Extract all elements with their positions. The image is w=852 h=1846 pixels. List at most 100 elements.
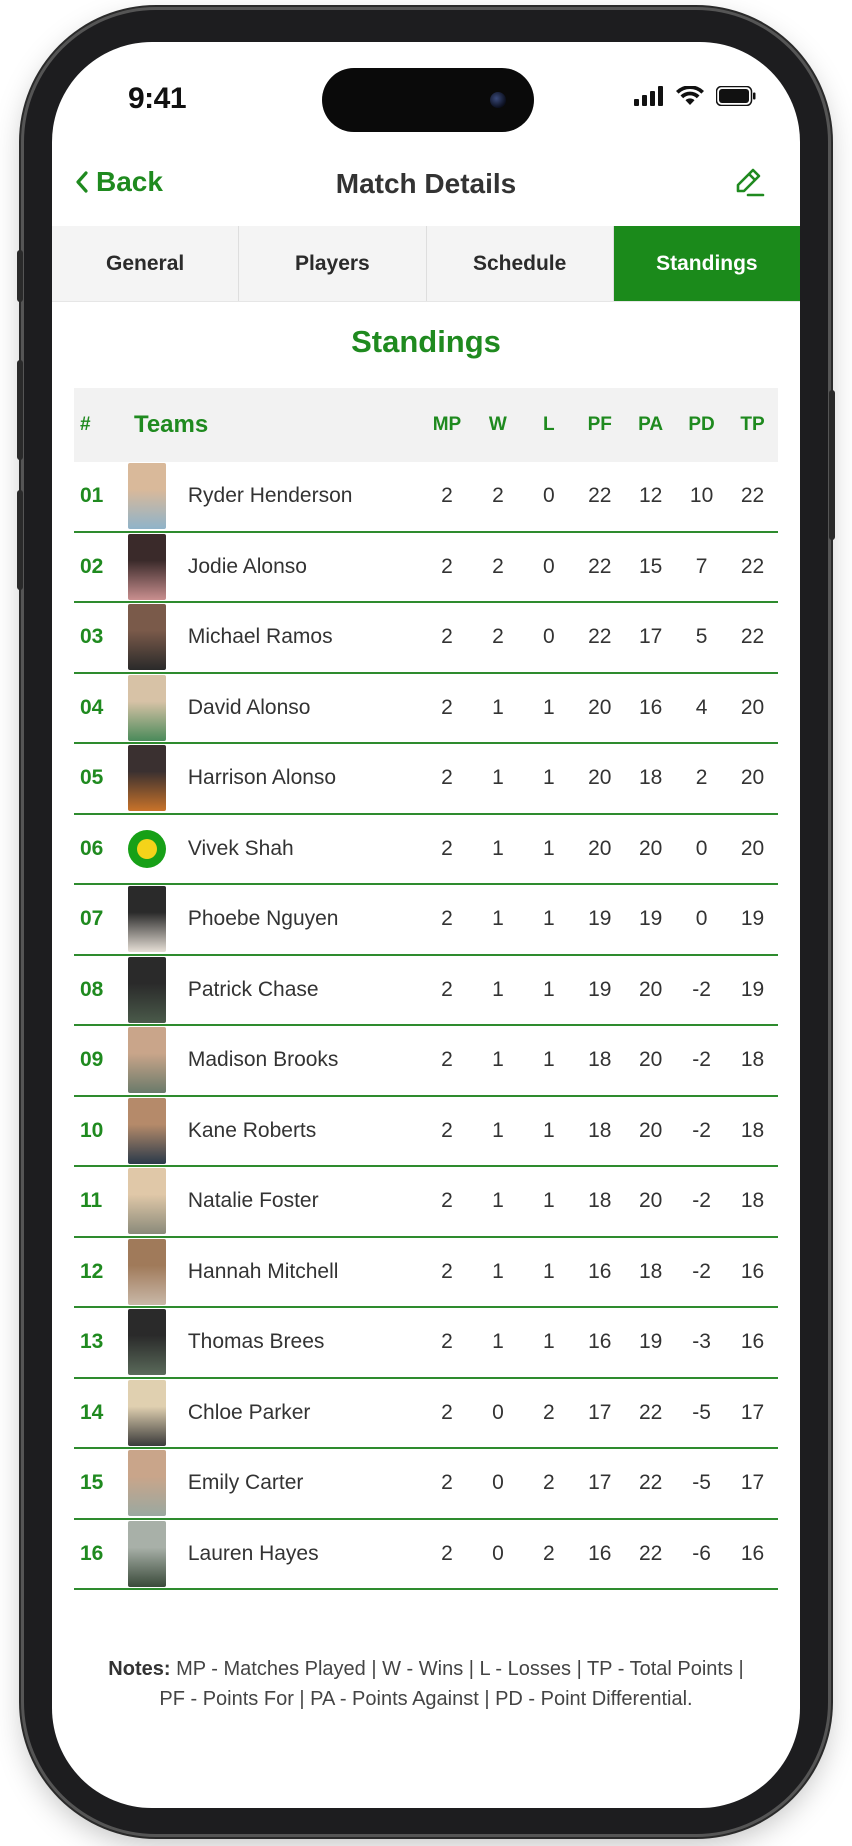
avatar bbox=[127, 1097, 166, 1164]
header-l: L bbox=[543, 414, 555, 435]
header-teams: Teams bbox=[133, 411, 209, 438]
notes-label: Notes: bbox=[108, 1658, 171, 1680]
header-rank: # bbox=[80, 414, 91, 435]
stat-mp: 2 bbox=[441, 1189, 453, 1213]
table-row[interactable]: 12 Hannah Mitchell 2 1 1 16 18 -2 16 bbox=[74, 1238, 778, 1308]
stat-pf: 22 bbox=[588, 554, 612, 578]
tab-bar: General Players Schedule Standings bbox=[52, 226, 800, 302]
table-row[interactable]: 14 Chloe Parker 2 0 2 17 22 -5 17 bbox=[74, 1379, 778, 1449]
avatar bbox=[127, 1379, 166, 1446]
stat-tp: 17 bbox=[740, 1471, 765, 1495]
table-row[interactable]: 06 Vivek Shah 2 1 1 20 20 0 20 bbox=[74, 815, 778, 885]
notes-line-1: MP - Matches Played | W - Wins | L - Los… bbox=[176, 1658, 744, 1680]
stat-tp: 22 bbox=[740, 625, 765, 649]
rank-number: 07 bbox=[80, 907, 104, 931]
table-row[interactable]: 11 Natalie Foster 2 1 1 18 20 -2 18 bbox=[74, 1167, 778, 1238]
player-name: David Alonso bbox=[187, 695, 311, 719]
battery-icon bbox=[716, 86, 756, 106]
avatar-cell bbox=[127, 1238, 188, 1307]
stat-pf: 20 bbox=[588, 836, 612, 860]
avatar bbox=[127, 745, 166, 812]
player-name: Hannah Mitchell bbox=[187, 1259, 339, 1283]
stat-pd: 2 bbox=[695, 766, 708, 790]
avatar-cell bbox=[127, 603, 188, 672]
stat-w: 1 bbox=[492, 1259, 504, 1283]
rank-number: 01 bbox=[80, 484, 104, 508]
tab-general[interactable]: General bbox=[52, 226, 240, 301]
stat-tp: 18 bbox=[740, 1048, 765, 1072]
stat-pa: 12 bbox=[639, 484, 663, 508]
rank-number: 06 bbox=[80, 836, 104, 860]
stat-pf: 18 bbox=[588, 1048, 612, 1072]
table-row[interactable]: 03 Michael Ramos 2 2 0 22 17 5 22 bbox=[74, 603, 778, 674]
stat-l: 1 bbox=[542, 836, 555, 860]
player-name: Patrick Chase bbox=[187, 977, 319, 1001]
standings-table: # Teams MP W L PF PA PD TP 01 Ryder Hende… bbox=[74, 388, 778, 1590]
stat-tp: 19 bbox=[740, 977, 765, 1001]
stat-pf: 20 bbox=[588, 695, 612, 719]
edit-button[interactable] bbox=[732, 164, 766, 203]
tab-players[interactable]: Players bbox=[239, 226, 427, 301]
stat-w: 2 bbox=[492, 554, 504, 578]
table-row[interactable]: 02 Jodie Alonso 2 2 0 22 15 7 22 bbox=[74, 533, 778, 603]
avatar-cell bbox=[127, 674, 188, 743]
table-row[interactable]: 05 Harrison Alonso 2 1 1 20 18 2 20 bbox=[74, 744, 778, 815]
stat-w: 1 bbox=[492, 907, 504, 931]
stat-mp: 2 bbox=[441, 1259, 453, 1283]
table-row[interactable]: 08 Patrick Chase 2 1 1 19 20 -2 19 bbox=[74, 956, 778, 1026]
stat-pd: 5 bbox=[695, 625, 708, 649]
stat-w: 2 bbox=[492, 625, 504, 649]
stat-mp: 2 bbox=[441, 907, 453, 931]
avatar-cell bbox=[127, 1308, 188, 1377]
camera-icon bbox=[490, 92, 506, 108]
avatar bbox=[127, 956, 166, 1023]
table-row[interactable]: 13 Thomas Brees 2 1 1 16 19 -3 16 bbox=[74, 1308, 778, 1379]
table-row[interactable]: 04 David Alonso 2 1 1 20 16 4 20 bbox=[74, 674, 778, 744]
table-row[interactable]: 16 Lauren Hayes 2 0 2 16 22 -6 16 bbox=[74, 1520, 778, 1590]
stat-pd: -2 bbox=[692, 1048, 711, 1072]
stat-pa: 20 bbox=[639, 1189, 663, 1213]
rank-number: 02 bbox=[80, 554, 104, 578]
wifi-icon bbox=[676, 86, 704, 105]
table-row[interactable]: 09 Madison Brooks 2 1 1 18 20 -2 18 bbox=[74, 1026, 778, 1097]
table-row[interactable]: 01 Ryder Henderson 2 2 0 22 12 10 22 bbox=[74, 462, 778, 533]
rank-number: 13 bbox=[80, 1330, 104, 1354]
stat-mp: 2 bbox=[441, 1400, 453, 1424]
dynamic-island bbox=[322, 68, 534, 132]
stat-pf: 17 bbox=[588, 1400, 612, 1424]
stat-tp: 18 bbox=[740, 1189, 765, 1213]
player-name: Chloe Parker bbox=[187, 1400, 311, 1424]
table-row[interactable]: 10 Kane Roberts 2 1 1 18 20 -2 18 bbox=[74, 1097, 778, 1167]
stat-tp: 16 bbox=[740, 1330, 765, 1354]
stat-pa: 18 bbox=[639, 766, 663, 790]
stat-pf: 22 bbox=[588, 625, 612, 649]
stat-pf: 18 bbox=[588, 1189, 612, 1213]
table-row[interactable]: 07 Phoebe Nguyen 2 1 1 19 19 0 19 bbox=[74, 885, 778, 956]
header-pa: PA bbox=[638, 414, 664, 435]
avatar bbox=[127, 674, 166, 741]
stat-mp: 2 bbox=[441, 766, 453, 790]
signal-icon bbox=[634, 86, 663, 106]
player-name: Michael Ramos bbox=[187, 625, 333, 649]
rank-number: 10 bbox=[80, 1118, 104, 1142]
avatar bbox=[127, 604, 166, 671]
player-name: Phoebe Nguyen bbox=[187, 907, 339, 931]
tab-standings[interactable]: Standings bbox=[613, 226, 800, 301]
stat-w: 1 bbox=[492, 1189, 504, 1213]
rank-number: 08 bbox=[80, 977, 104, 1001]
header-w: W bbox=[488, 414, 507, 435]
stat-w: 1 bbox=[492, 1330, 504, 1354]
status-time: 9:41 bbox=[128, 82, 187, 115]
stat-l: 2 bbox=[542, 1471, 555, 1495]
stat-pa: 20 bbox=[639, 1118, 663, 1142]
stat-w: 1 bbox=[492, 695, 504, 719]
stat-pa: 16 bbox=[639, 695, 663, 719]
table-row[interactable]: 15 Emily Carter 2 0 2 17 22 -5 17 bbox=[74, 1449, 778, 1520]
avatar bbox=[127, 886, 166, 953]
status-icons bbox=[634, 86, 756, 106]
stat-pd: 0 bbox=[695, 907, 708, 931]
volume-down-button bbox=[17, 490, 23, 590]
avatar-cell bbox=[127, 956, 188, 1025]
tab-schedule[interactable]: Schedule bbox=[427, 226, 614, 301]
stat-pa: 20 bbox=[639, 977, 663, 1001]
